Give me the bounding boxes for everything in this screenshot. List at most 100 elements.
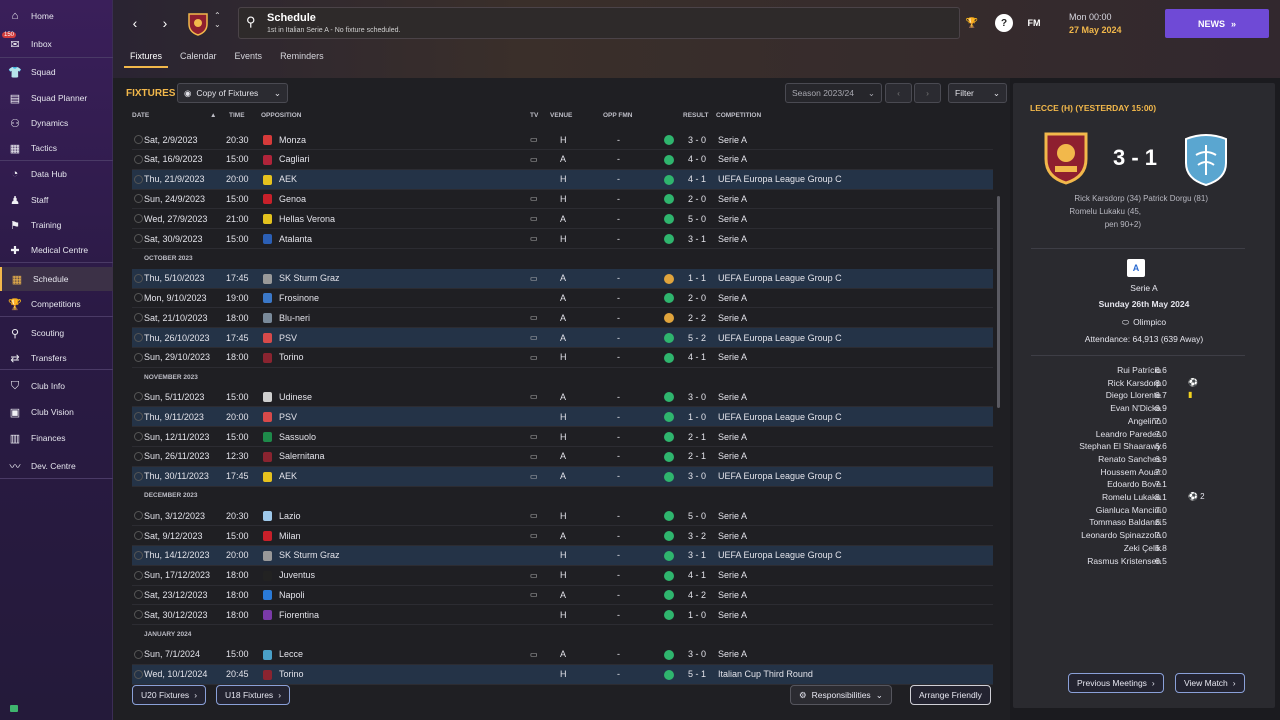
fixture-result[interactable]: 4 - 0 <box>688 154 706 164</box>
fixture-row[interactable]: Mon, 9/10/2023 19:00 Frosinone A - 2 - 0 Serie… <box>132 288 993 309</box>
fixture-competition[interactable]: Serie A <box>718 352 747 362</box>
sidebar-item-dev-centre[interactable]: 〰 Dev. Centre <box>0 454 113 478</box>
fixture-result[interactable]: 4 - 2 <box>688 590 706 600</box>
fixture-result[interactable]: 3 - 0 <box>688 392 706 402</box>
row-select-icon[interactable] <box>134 194 143 204</box>
fixture-competition[interactable]: UEFA Europa League Group C <box>718 471 842 481</box>
fixture-row[interactable]: Sun, 17/12/2023 18:00 Juventus ▭ H - 4 - 1 Seri… <box>132 566 993 586</box>
row-select-icon[interactable] <box>134 174 143 184</box>
player-rating-row[interactable]: Tommaso Baldanzi 6.5 <box>1013 517 1275 530</box>
sidebar-item-squad[interactable]: 👕 Squad <box>0 60 113 84</box>
fixture-competition[interactable]: Serie A <box>718 432 747 442</box>
player-rating-row[interactable]: Stephan El Shaarawy 6.6 <box>1013 441 1275 454</box>
fixture-result[interactable]: 3 - 0 <box>688 471 706 481</box>
sidebar-item-competitions[interactable]: 🏆 Competitions <box>0 292 113 316</box>
fixture-row[interactable]: Thu, 26/10/2023 17:45 PSV ▭ A - 5 - 2 UEFA Euro… <box>132 328 993 348</box>
fixture-opponent[interactable]: Juventus <box>279 570 315 580</box>
sidebar-item-club-vision[interactable]: ▣ Club Vision <box>0 400 113 424</box>
sidebar-item-squad-planner[interactable]: ▤ Squad Planner <box>0 86 113 110</box>
player-rating-row[interactable]: Houssem Aouar 7.0 <box>1013 467 1275 480</box>
fixture-result[interactable]: 4 - 1 <box>688 570 706 580</box>
row-select-icon[interactable] <box>134 135 143 144</box>
fixture-row[interactable]: Thu, 30/11/2023 17:45 AEK ▭ A - 3 - 0 UEFA Euro… <box>132 466 993 487</box>
fixture-row[interactable]: Sun, 5/11/2023 15:00 Udinese ▭ A - 3 - 0 Serie … <box>132 387 993 408</box>
fixture-row[interactable]: Thu, 9/11/2023 20:00 PSV H - 1 - 0 UEFA Europa… <box>132 407 993 428</box>
fixture-competition[interactable]: Serie A <box>718 135 747 145</box>
sidebar-item-medical-centre[interactable]: ✚ Medical Centre <box>0 238 113 262</box>
player-rating-row[interactable]: Rick Karsdorp 8.0 ⚽ <box>1013 378 1275 391</box>
fixture-result[interactable]: 2 - 1 <box>688 432 706 442</box>
fixture-competition[interactable]: Serie A <box>718 154 747 164</box>
fixture-result[interactable]: 5 - 0 <box>688 511 706 521</box>
row-select-icon[interactable] <box>134 214 143 224</box>
fixture-row[interactable]: Wed, 10/1/2024 20:45 Torino H - 5 - 1 Italian … <box>132 664 993 685</box>
fixture-opponent[interactable]: SK Sturm Graz <box>279 273 340 283</box>
sidebar-item-home[interactable]: ⌂ Home <box>0 4 113 28</box>
sidebar-item-transfers[interactable]: ⇄ Transfers <box>0 346 113 370</box>
row-select-icon[interactable] <box>134 531 143 540</box>
col-time[interactable]: TIME <box>229 112 245 119</box>
fixture-result[interactable]: 3 - 1 <box>688 550 706 560</box>
fixture-row[interactable]: Sun, 24/9/2023 15:00 Genoa ▭ H - 2 - 0 Serie A <box>132 189 993 210</box>
fixture-opponent[interactable]: Salernitana <box>279 451 325 461</box>
fixture-result[interactable]: 3 - 0 <box>688 135 706 145</box>
player-rating-row[interactable]: Rui Patrício 6.6 <box>1013 365 1275 378</box>
sidebar-item-scouting[interactable]: ⚲ Scouting <box>0 321 113 345</box>
row-select-icon[interactable] <box>134 392 143 402</box>
fixture-competition[interactable]: Serie A <box>718 313 747 323</box>
fixture-opponent[interactable]: Fiorentina <box>279 610 319 620</box>
row-select-icon[interactable] <box>134 649 143 659</box>
player-rating-row[interactable]: Zeki Çelik 6.8 <box>1013 543 1275 556</box>
fixture-row[interactable]: Sun, 12/11/2023 15:00 Sassuolo ▭ H - 2 - 1 Seri… <box>132 427 993 447</box>
sidebar-item-finances[interactable]: ▥ Finances <box>0 426 113 450</box>
fixture-row[interactable]: Thu, 21/9/2023 20:00 AEK H - 4 - 1 UEFA Europa… <box>132 169 993 190</box>
u20-fixtures-button[interactable]: U20 Fixtures › <box>132 685 207 705</box>
row-select-icon[interactable] <box>134 293 143 303</box>
row-select-icon[interactable] <box>134 451 143 461</box>
fixture-opponent[interactable]: Monza <box>279 135 306 145</box>
help-icon[interactable]: ? <box>995 14 1013 32</box>
next-season-button[interactable]: › <box>914 83 941 103</box>
sidebar-item-schedule[interactable]: ▦ Schedule <box>0 267 113 291</box>
fixture-row[interactable]: Wed, 27/9/2023 21:00 Hellas Verona ▭ A - 5 - 0… <box>132 209 993 230</box>
player-rating-row[interactable]: Leandro Paredes 7.0 <box>1013 429 1275 442</box>
fixture-row[interactable]: Sun, 26/11/2023 12:30 Salernitana ▭ A - 2 - 1 S… <box>132 447 993 467</box>
tab-fixtures[interactable]: Fixtures <box>124 50 169 68</box>
fixture-competition[interactable]: Serie A <box>718 610 747 620</box>
sidebar-item-staff[interactable]: ♟ Staff <box>0 188 113 212</box>
club-switch-arrows-icon[interactable]: ⌃ ⌄ <box>214 11 221 29</box>
sidebar-item-club-info[interactable]: ⛉ Club Info <box>0 374 113 398</box>
fixture-result[interactable]: 5 - 2 <box>688 333 706 343</box>
row-select-icon[interactable] <box>134 471 143 481</box>
fixture-competition[interactable]: Serie A <box>718 451 747 461</box>
fixture-competition[interactable]: Serie A <box>718 511 747 521</box>
fixture-row[interactable]: Sat, 16/9/2023 15:00 Cagliari ▭ A - 4 - 0 Serie… <box>132 150 993 170</box>
fixture-competition[interactable]: UEFA Europa League Group C <box>718 333 842 343</box>
tab-calendar[interactable]: Calendar <box>174 50 223 68</box>
row-select-icon[interactable] <box>134 590 143 600</box>
fixture-row[interactable]: Sun, 7/1/2024 15:00 Lecce ▭ A - 3 - 0 Serie A <box>132 645 993 665</box>
col-opp-fmn[interactable]: OPP FMN <box>603 112 633 119</box>
col-tv[interactable]: TV <box>530 112 538 119</box>
fixture-result[interactable]: 4 - 1 <box>688 174 706 184</box>
fixture-opponent[interactable]: Blu-neri <box>279 313 310 323</box>
fixture-opponent[interactable]: Sassuolo <box>279 432 316 442</box>
fixture-opponent[interactable]: SK Sturm Graz <box>279 550 340 560</box>
fixture-result[interactable]: 2 - 0 <box>688 194 706 204</box>
fixture-row[interactable]: Sat, 2/9/2023 20:30 Monza ▭ H - 3 - 0 Serie A <box>132 130 993 150</box>
view-match-button[interactable]: View Match › <box>1175 673 1245 693</box>
roma-crest-icon[interactable] <box>1043 131 1089 185</box>
fixture-row[interactable]: Thu, 5/10/2023 17:45 SK Sturm Graz ▭ A - 1 - 1… <box>132 268 993 289</box>
fixture-opponent[interactable]: Frosinone <box>279 293 319 303</box>
fixture-opponent[interactable]: Hellas Verona <box>279 214 335 224</box>
tab-reminders[interactable]: Reminders <box>274 50 330 68</box>
fixture-opponent[interactable]: Milan <box>279 531 301 541</box>
col-result[interactable]: RESULT <box>683 112 709 119</box>
fixture-row[interactable]: Sun, 3/12/2023 20:30 Lazio ▭ H - 5 - 0 Serie A <box>132 506 993 527</box>
fixture-row[interactable]: Sat, 9/12/2023 15:00 Milan ▭ A - 3 - 2 Serie A <box>132 526 993 546</box>
row-select-icon[interactable] <box>134 273 143 283</box>
player-rating-row[interactable]: Rasmus Kristensen 6.5 <box>1013 556 1275 569</box>
fixture-competition[interactable]: UEFA Europa League Group C <box>718 174 842 184</box>
player-rating-row[interactable]: Edoardo Bove 7.1 <box>1013 479 1275 492</box>
row-select-icon[interactable] <box>134 234 143 243</box>
